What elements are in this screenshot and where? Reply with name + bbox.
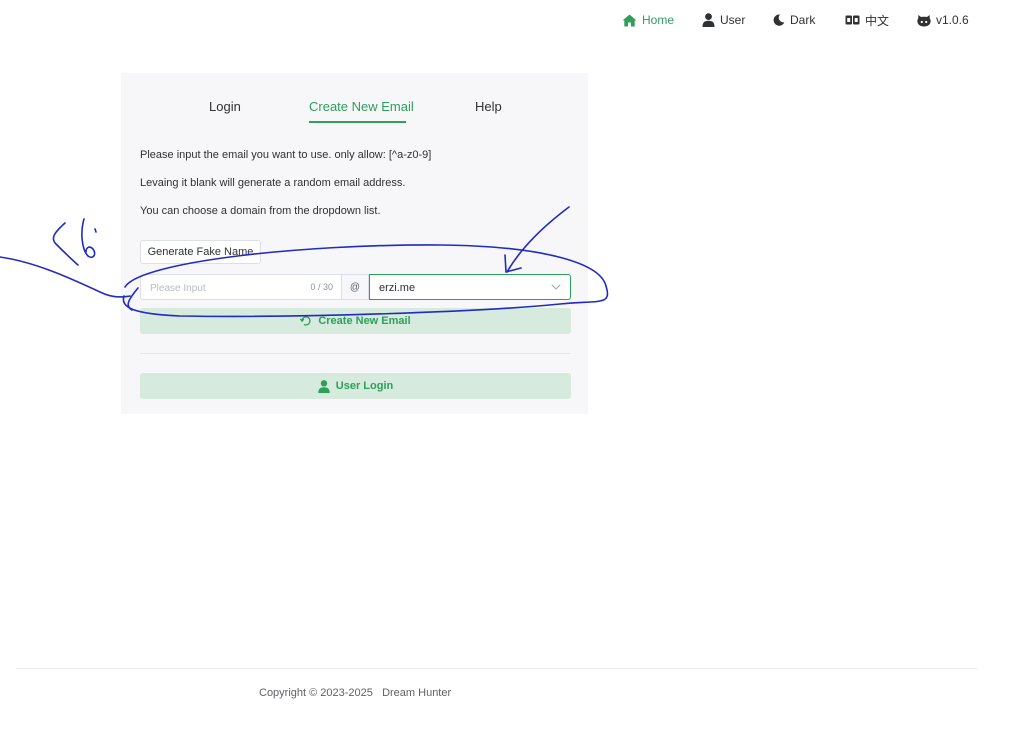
nav-user[interactable]: User	[702, 11, 745, 29]
at-sign-separator: @	[341, 274, 369, 300]
moon-icon	[773, 14, 785, 26]
char-counter: 0 / 30	[310, 282, 333, 292]
email-name-input[interactable]	[150, 279, 300, 297]
footer-divider	[16, 668, 978, 669]
nav-dark-label: Dark	[790, 13, 816, 27]
home-icon	[622, 14, 637, 26]
info-text-domain: You can choose a domain from the dropdow…	[140, 205, 381, 217]
generate-fake-name-button[interactable]: Generate Fake Name	[140, 240, 261, 264]
user-icon	[702, 13, 715, 27]
github-icon	[917, 14, 931, 26]
nav-home-label: Home	[642, 13, 675, 27]
nav-dark-toggle[interactable]: Dark	[773, 11, 815, 29]
email-card: Login Create New Email Help Please input…	[121, 73, 588, 414]
nav-home[interactable]: Home	[622, 11, 674, 29]
top-nav: Home User Dark 中文 v1.0.6	[0, 0, 1024, 40]
nav-version[interactable]: v1.0.6	[917, 11, 969, 29]
info-text-allowed-chars: Please input the email you want to use. …	[140, 149, 432, 161]
refresh-icon	[300, 316, 311, 326]
copyright-text: Copyright © 2023-2025 Dream Hunter	[259, 687, 452, 699]
nav-language[interactable]: 中文	[845, 11, 889, 29]
email-name-field-wrapper: 0 / 30	[140, 274, 341, 300]
user-login-button[interactable]: User Login	[140, 373, 571, 399]
create-new-email-button[interactable]: Create New Email	[140, 308, 571, 334]
domain-selected-value: erzi.me	[379, 282, 416, 294]
active-tab-indicator	[309, 121, 406, 123]
domain-select[interactable]: erzi.me	[369, 274, 571, 300]
chevron-down-icon	[551, 284, 561, 290]
info-text-random: Levaing it blank will generate a random …	[140, 177, 406, 189]
create-new-email-label: Create New Email	[318, 315, 411, 327]
divider	[140, 353, 571, 354]
tab-help[interactable]: Help	[475, 99, 502, 114]
user-icon	[318, 379, 330, 393]
translate-icon	[845, 15, 860, 25]
email-input-group: 0 / 30 @ erzi.me	[140, 274, 571, 300]
user-login-label: User Login	[335, 380, 394, 392]
tab-bar: Login Create New Email Help	[121, 73, 588, 125]
tab-login[interactable]: Login	[209, 99, 241, 114]
nav-version-label: v1.0.6	[936, 13, 969, 27]
nav-language-label: 中文	[865, 13, 890, 28]
nav-user-label: User	[720, 13, 746, 27]
tab-create-new-email[interactable]: Create New Email	[309, 99, 414, 114]
